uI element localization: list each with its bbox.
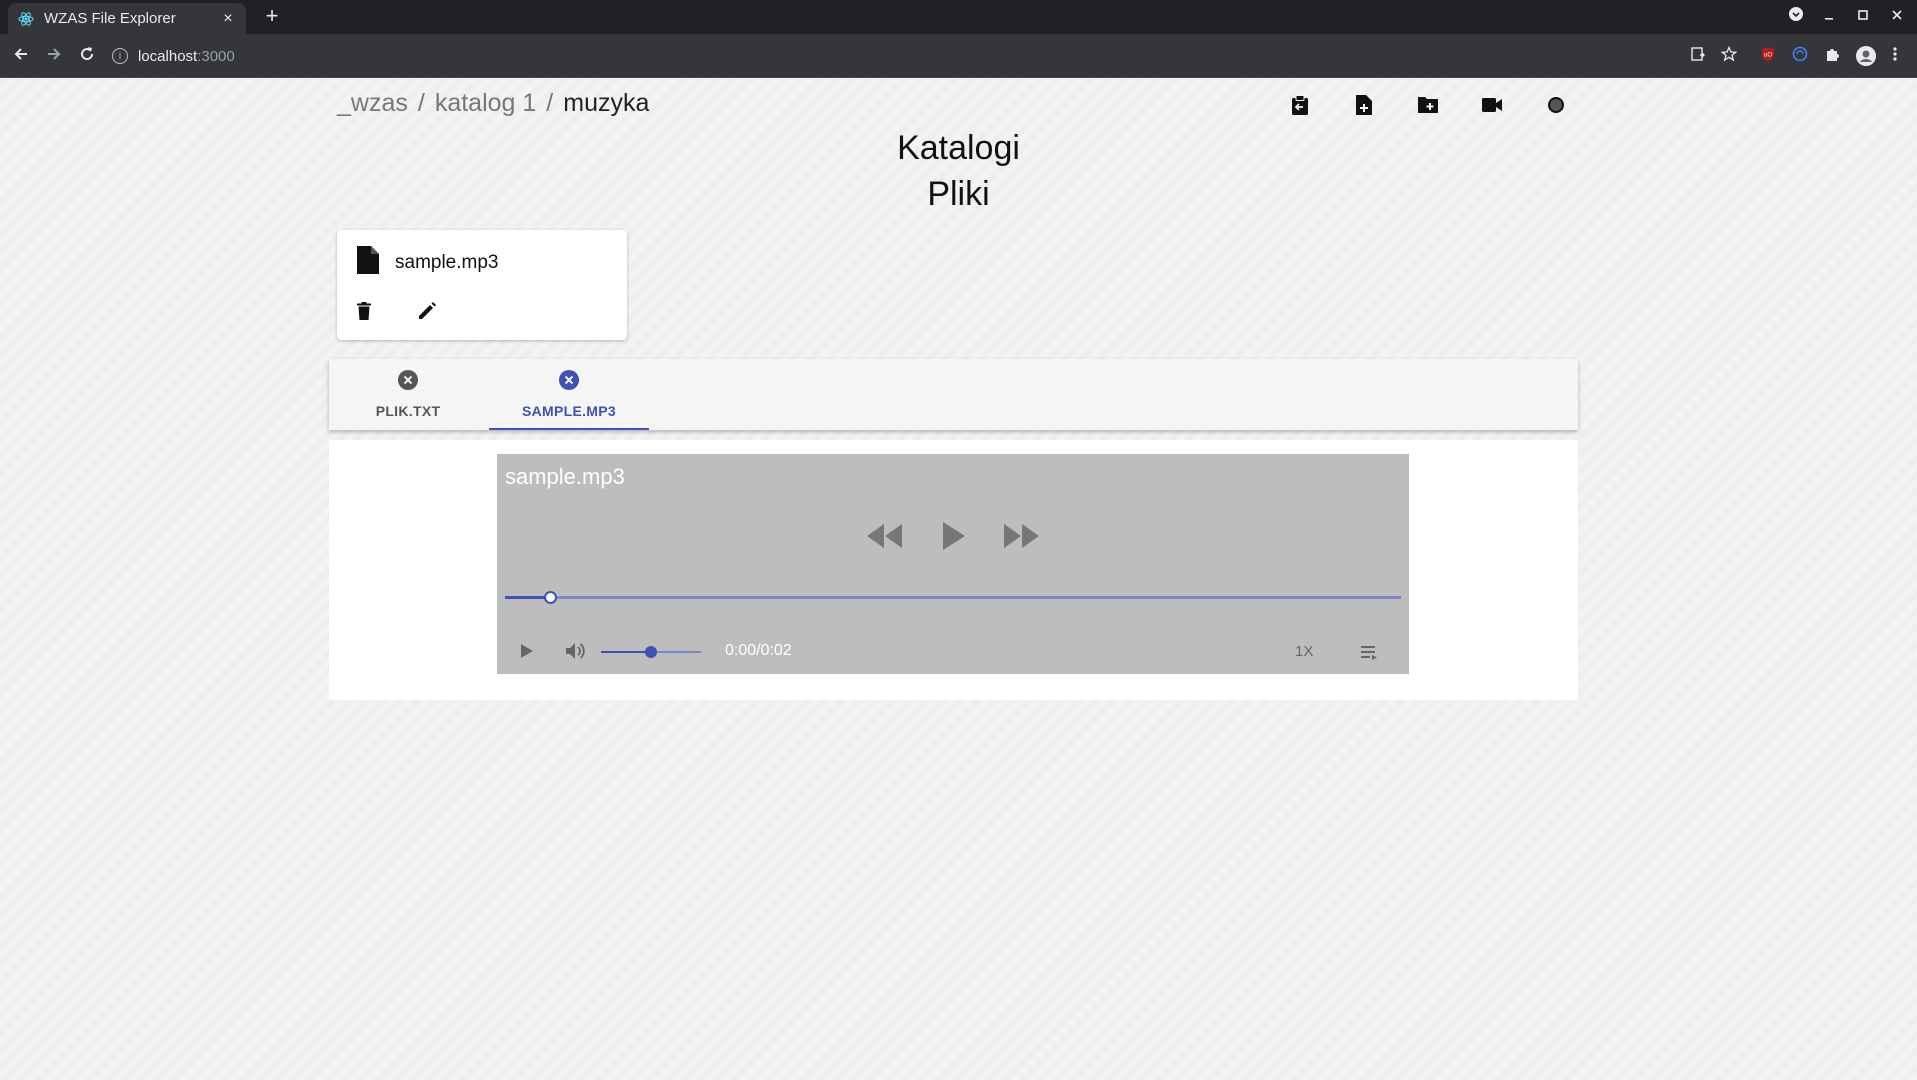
videocam-icon (1482, 97, 1502, 117)
rewind-icon[interactable] (867, 524, 903, 553)
address-bar[interactable]: i localhost :3000 (112, 40, 1758, 72)
close-tab-icon[interactable]: × (220, 10, 236, 28)
playback-speed-button[interactable]: 1X (1295, 643, 1313, 660)
seek-thumb[interactable] (543, 591, 557, 604)
volume-icon[interactable] (566, 642, 586, 665)
bookmark-star-icon[interactable] (1721, 46, 1737, 62)
svg-text:uO: uO (1764, 53, 1772, 59)
profile-menu-icon[interactable] (1789, 7, 1803, 24)
play-icon[interactable] (521, 644, 533, 663)
maximize-icon[interactable] (1857, 8, 1869, 23)
browser-tab-title: WZAS File Explorer (44, 10, 176, 27)
tab-sample-mp3[interactable]: SAMPLE.MP3 (489, 359, 649, 430)
minimize-icon[interactable] (1823, 8, 1835, 23)
file-name[interactable]: sample.mp3 (395, 252, 499, 274)
breadcrumb: _wzas / katalog 1 / muzyka (337, 89, 649, 118)
time-display: 0:00/0:02 (725, 642, 792, 659)
install-app-icon[interactable] (1690, 46, 1706, 62)
file-icon (357, 246, 379, 279)
reload-icon[interactable] (76, 45, 98, 67)
new-file-button[interactable] (1332, 93, 1396, 121)
note-add-icon (1356, 94, 1372, 120)
delete-icon[interactable] (357, 302, 371, 325)
url-port: :3000 (197, 47, 235, 65)
new-tab-button[interactable]: + (260, 5, 284, 27)
breadcrumb-item-root[interactable]: _wzas (337, 89, 408, 118)
url-host: localhost (138, 47, 198, 65)
new-folder-button[interactable] (1396, 93, 1460, 121)
fast-forward-icon[interactable] (1003, 524, 1039, 553)
react-logo-icon (18, 11, 34, 27)
create-folder-icon (1418, 96, 1438, 118)
edit-pencil-icon[interactable] (417, 301, 437, 326)
breadcrumb-item-current: muzyka (563, 89, 650, 117)
volume-thumb[interactable] (645, 646, 657, 658)
tab-label: PLIK.TXT (375, 403, 441, 419)
volume-level (601, 651, 651, 653)
forward-arrow-icon[interactable] (43, 45, 65, 67)
record-button[interactable] (1524, 93, 1588, 121)
player-title: sample.mp3 (505, 464, 625, 489)
browser-toolbar: i localhost :3000 uO (0, 34, 1917, 78)
playlist-icon[interactable] (1361, 646, 1377, 665)
tab-plik-txt[interactable]: PLIK.TXT (329, 359, 487, 430)
files-heading: Pliki (927, 175, 990, 213)
play-large-icon[interactable] (941, 522, 965, 555)
circle-icon (1547, 96, 1565, 119)
extensions-puzzle-icon[interactable] (1824, 46, 1840, 62)
active-tab-indicator (489, 428, 649, 430)
breadcrumb-separator: / (417, 89, 425, 117)
file-card[interactable]: sample.mp3 (337, 230, 627, 340)
browser-tab-strip: WZAS File Explorer × + (0, 0, 1917, 34)
browser-tab[interactable]: WZAS File Explorer × (8, 3, 246, 34)
extension-circle-icon[interactable] (1792, 46, 1808, 62)
seek-slider[interactable] (505, 591, 1401, 604)
folders-heading: Katalogi (897, 129, 1020, 167)
back-arrow-icon[interactable] (10, 45, 32, 67)
page: _wzas / katalog 1 / muzyka Katalogi Plik… (0, 79, 1917, 1080)
ublock-extension-icon[interactable]: uO (1760, 46, 1776, 62)
video-button[interactable] (1460, 93, 1524, 121)
site-info-icon[interactable]: i (112, 48, 128, 64)
close-circle-icon[interactable] (559, 370, 579, 395)
breadcrumb-item-katalog[interactable]: katalog 1 (435, 89, 536, 118)
browser-menu-icon[interactable] (1893, 46, 1897, 62)
clipboard-icon (1291, 94, 1309, 120)
paste-button[interactable] (1268, 93, 1332, 121)
action-toolbar (1268, 93, 1588, 121)
audio-player: sample.mp3 0:00/0:02 1X (497, 454, 1409, 674)
open-files-tabs: PLIK.TXT SAMPLE.MP3 (329, 359, 1578, 430)
breadcrumb-separator: / (546, 89, 554, 117)
tab-label: SAMPLE.MP3 (521, 403, 616, 419)
volume-slider[interactable] (601, 646, 701, 658)
profile-avatar-icon[interactable] (1856, 46, 1876, 66)
close-window-icon[interactable] (1891, 8, 1903, 23)
close-circle-icon[interactable] (398, 370, 418, 395)
